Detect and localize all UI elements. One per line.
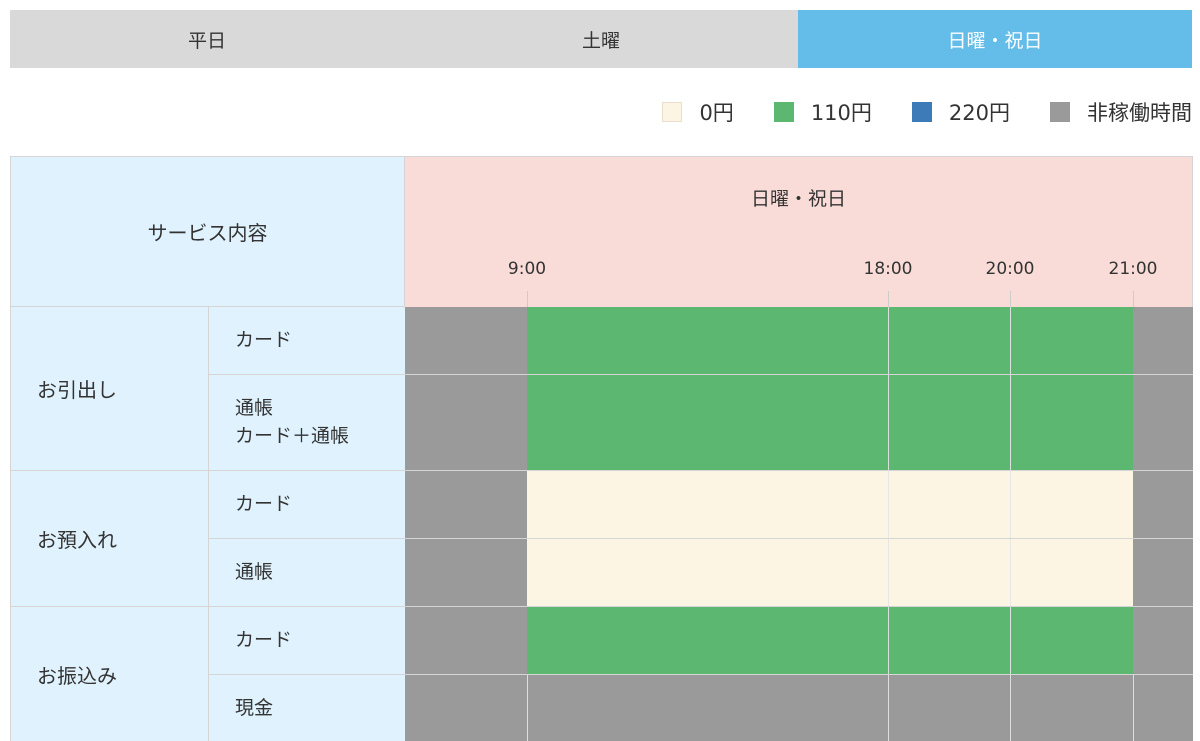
tick-mark-2000 [1010,291,1011,308]
legend-swatch-110yen [773,102,794,122]
legend-item-non-operating: 非稼働時間 [1050,97,1192,127]
gridline-2000 [1010,307,1011,374]
row-label-line: 通帳 [235,396,274,419]
tick-label-2100: 21:00 [1108,259,1158,279]
service-header: サービス内容 [10,156,405,307]
row-label-withdrawal-card: カード [208,307,405,375]
legend-item-220yen: 220円 [911,97,1010,127]
gridline-1800 [888,607,889,674]
gridline-1800 [888,471,889,538]
row-label-deposit-passbook: 通帳 [208,539,405,607]
tick-label-2000: 20:00 [985,259,1035,279]
gridline-2100 [1133,675,1134,741]
gridline-2000 [1010,539,1011,606]
legend-label-110yen: 110円 [810,101,872,125]
legend-swatch-220yen [911,102,932,122]
legend-item-0yen: 0円 [662,97,734,127]
segment-non-operating [1133,607,1193,674]
segment-non-operating [405,675,1193,741]
gridline-1800 [888,675,889,741]
row-label-line: カード＋通帳 [235,424,350,447]
tick-mark-1800 [888,291,889,308]
category-transfer: お振込み [10,607,208,741]
gridline-0900 [527,675,528,741]
segment-non-operating [1133,539,1193,606]
legend-label-220yen: 220円 [948,101,1010,125]
legend-swatch-0yen [662,102,683,122]
segment-non-operating [405,375,527,470]
category-deposit: お預入れ [10,471,208,607]
tick-label-1800: 18:00 [863,259,913,279]
row-label-withdrawal-passbook: 通帳 カード＋通帳 [208,375,405,471]
tab-saturday[interactable]: 土曜 [404,10,798,68]
tick-label-0900: 9:00 [507,259,547,279]
row-label-line: カード [235,328,293,351]
time-header: 日曜・祝日 9:00 18:00 20:00 21:00 [405,156,1193,308]
segment-non-operating [1133,471,1193,538]
segment-non-operating [405,539,527,606]
time-row-deposit-card [405,471,1193,539]
fee-legend: 0円 110円 220円 非稼働時間 [662,96,1192,128]
gridline-2000 [1010,607,1011,674]
time-row-transfer-cash [405,675,1193,741]
tick-mark-2100 [1133,291,1134,308]
segment-non-operating [1133,375,1193,470]
legend-label-0yen: 0円 [699,101,734,125]
time-row-transfer-card [405,607,1193,675]
row-label-line: 通帳 [235,560,274,583]
segment-non-operating [405,307,527,374]
row-label-transfer-card: カード [208,607,405,675]
segment-non-operating [405,607,527,674]
gridline-2000 [1010,375,1011,470]
segment-non-operating [405,471,527,538]
row-label-transfer-cash: 現金 [208,675,405,741]
tick-mark-0900 [527,291,528,308]
time-header-title: 日曜・祝日 [750,188,846,210]
segment-fee-110yen [527,375,1133,470]
segment-fee-110yen [527,607,1133,674]
day-type-tabs: 平日 土曜 日曜・祝日 [10,10,1192,68]
gridline-1800 [888,375,889,470]
row-label-line: 現金 [235,696,274,719]
segment-fee-0yen [527,471,1133,538]
segment-fee-0yen [527,539,1133,606]
row-label-deposit-card: カード [208,471,405,539]
segment-fee-110yen [527,307,1133,374]
gridline-1800 [888,307,889,374]
time-row-withdrawal-card [405,307,1193,375]
row-label-line: カード [235,492,293,515]
gridline-2000 [1010,471,1011,538]
fee-schedule-table: サービス内容 日曜・祝日 9:00 18:00 20:00 21:00 お引出し… [10,156,1193,741]
legend-swatch-non-operating [1050,102,1070,122]
time-row-withdrawal-passbook [405,375,1193,471]
gridline-2000 [1010,675,1011,741]
legend-item-110yen: 110円 [773,97,872,127]
tab-sunday-holiday[interactable]: 日曜・祝日 [798,10,1192,68]
gridline-1800 [888,539,889,606]
segment-non-operating [1133,307,1193,374]
row-label-line: カード [235,628,293,651]
tab-weekday[interactable]: 平日 [10,10,404,68]
category-withdrawal: お引出し [10,307,208,471]
legend-label-non-operating: 非稼働時間 [1087,101,1192,125]
time-row-deposit-passbook [405,539,1193,607]
